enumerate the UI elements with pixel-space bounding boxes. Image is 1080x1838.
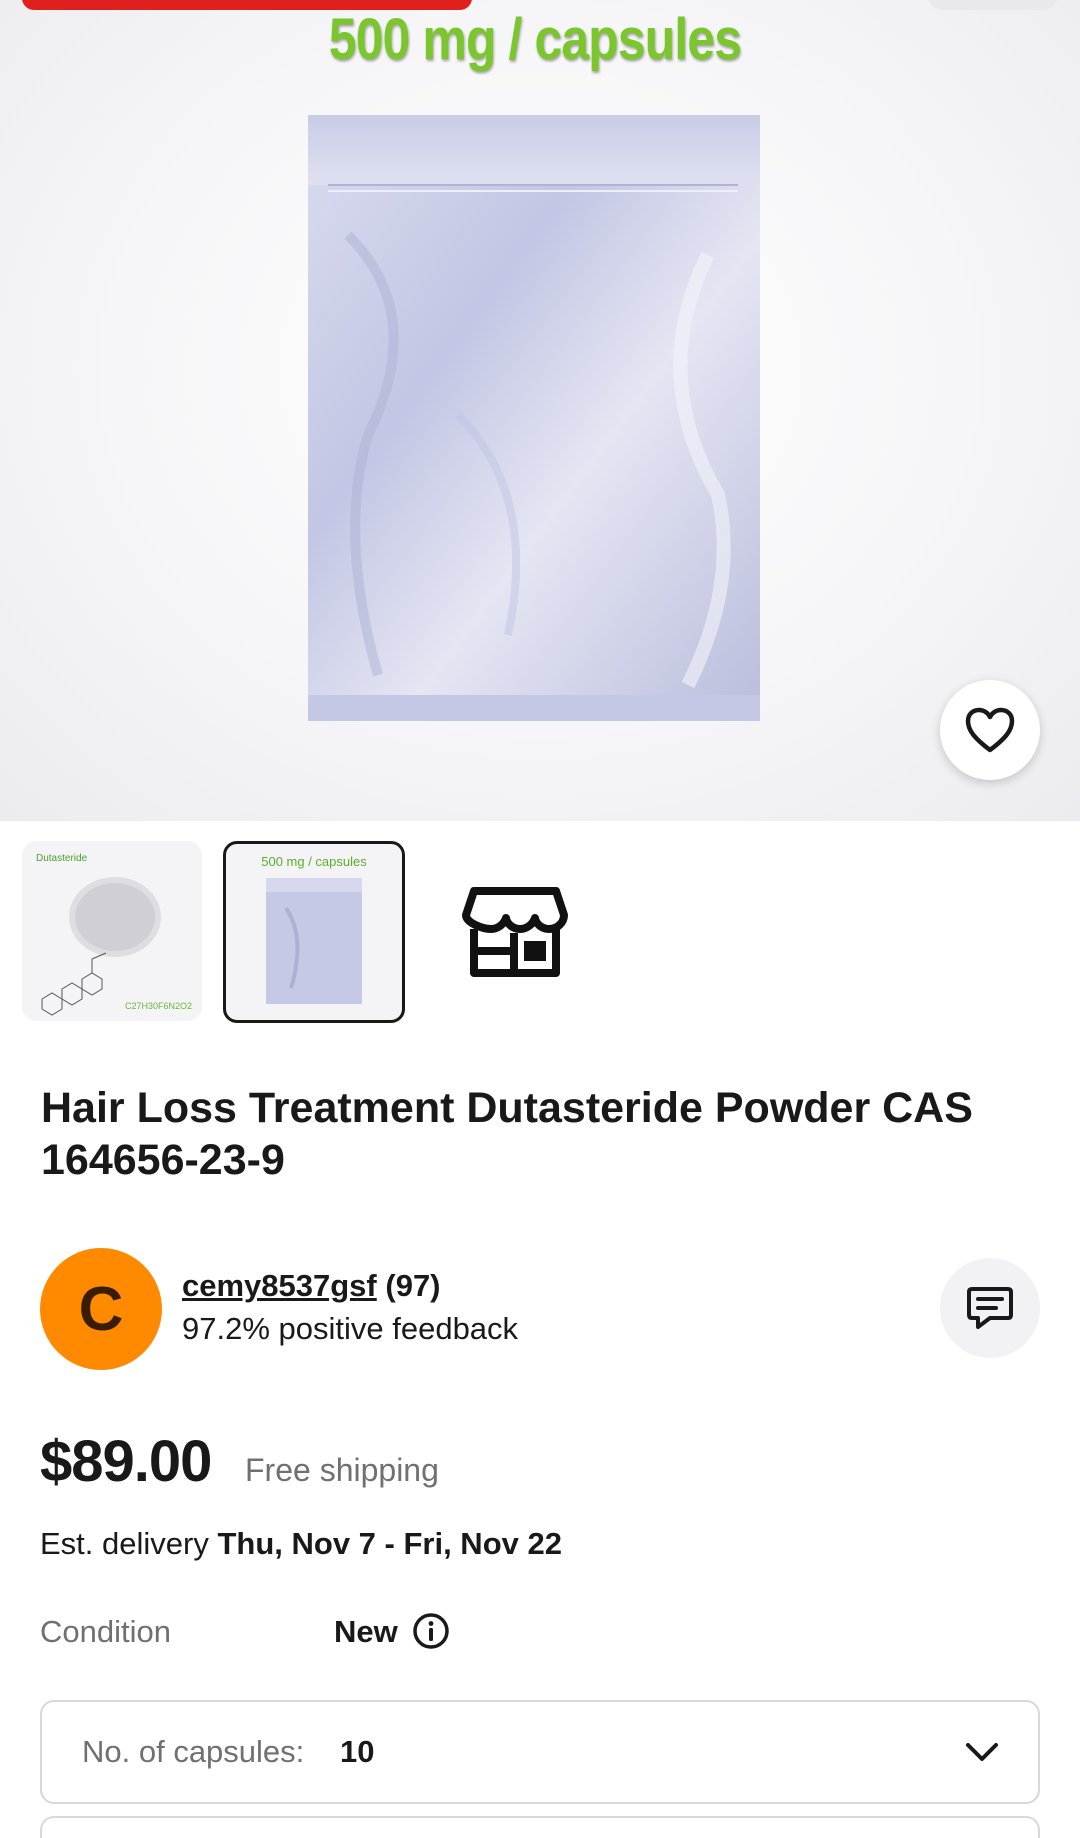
shipping-info: Free shipping	[245, 1452, 439, 1488]
chevron-down-icon	[966, 1743, 998, 1761]
seller-feedback-count: (97)	[385, 1268, 441, 1303]
image-caption: 500 mg / capsules	[328, 7, 742, 72]
thumbnail-formula: C27H30F6N2O2	[124, 1001, 192, 1011]
thumbnail-title: 500 mg / capsules	[261, 854, 367, 869]
favorite-button[interactable]	[940, 680, 1040, 780]
message-icon	[967, 1287, 1013, 1329]
seller-feedback-percent: 97.2% positive feedback	[182, 1311, 519, 1346]
item-price: $89.00	[40, 1429, 212, 1494]
product-title: Hair Loss Treatment Dutasteride Powder C…	[41, 1084, 973, 1184]
condition-value: New	[334, 1614, 398, 1649]
seller-name-link[interactable]: cemy8537gsf	[182, 1268, 377, 1303]
store-icon[interactable]	[460, 881, 570, 981]
product-image-carousel[interactable]: 500 mg / capsules	[0, 0, 1080, 821]
select-value: 10	[340, 1734, 375, 1769]
heart-icon	[965, 707, 1015, 753]
delivery-label: Est. delivery	[40, 1526, 209, 1561]
next-select-edge	[40, 1816, 1040, 1838]
select-label: No. of capsules:	[82, 1734, 305, 1769]
thumbnail-powder[interactable]: Dutasteride C27H30F6N2O2	[22, 841, 202, 1021]
bag-thumbnail-image	[266, 878, 362, 1004]
message-seller-button[interactable]	[940, 1258, 1040, 1358]
capsules-select[interactable]: No. of capsules: 10	[40, 1700, 1040, 1804]
foil-bag-image	[308, 115, 760, 721]
delivery-dates: Thu, Nov 7 - Fri, Nov 22	[217, 1526, 562, 1561]
info-icon[interactable]	[412, 1612, 450, 1650]
condition-label: Condition	[40, 1614, 171, 1649]
powder-dish-image	[41, 877, 161, 1016]
seller-name-row: cemy8537gsf (97)	[182, 1268, 441, 1304]
estimated-delivery: Est. delivery Thu, Nov 7 - Fri, Nov 22	[40, 1526, 562, 1562]
thumbnail-strip: Dutasteride C27H30F6N2O2 500 mg / capsul…	[0, 841, 1080, 1023]
seller-avatar[interactable]: C	[40, 1248, 162, 1370]
thumbnail-bag-selected[interactable]: 500 mg / capsules	[223, 841, 405, 1023]
